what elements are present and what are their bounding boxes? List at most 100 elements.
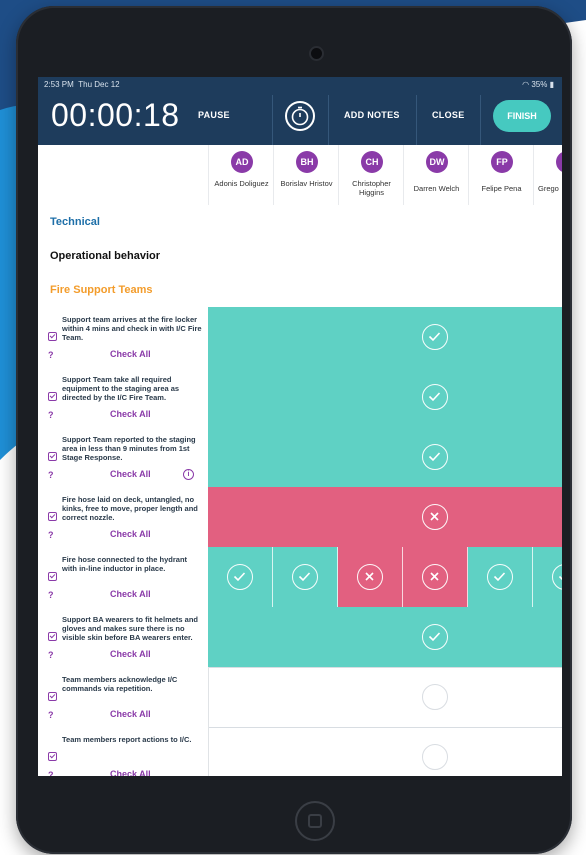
- checklist-row: Fire hose connected to the hydrant with …: [38, 547, 562, 608]
- info-icon[interactable]: i: [183, 469, 194, 480]
- divider: [416, 95, 417, 145]
- criterion-cell: Fire hose connected to the hydrant with …: [38, 547, 209, 607]
- section-operational[interactable]: Operational behavior: [38, 239, 562, 274]
- participant-name: Adonis Doliguez: [214, 179, 269, 188]
- status-time-date: 2:53 PM Thu Dec 12: [44, 80, 120, 89]
- avatar: AD: [231, 151, 253, 173]
- criterion-text: Support team arrives at the fire locker …: [62, 315, 202, 342]
- check-all-button[interactable]: Check All: [110, 769, 151, 776]
- check-circle-icon[interactable]: [422, 624, 448, 650]
- criterion-cell: Fire hose laid on deck, untangled, no ki…: [38, 487, 209, 547]
- help-button[interactable]: ?: [48, 650, 54, 660]
- help-button[interactable]: ?: [48, 410, 54, 420]
- checklist-row: Support Team reported to the staging are…: [38, 427, 562, 488]
- result-area[interactable]: [208, 307, 562, 367]
- section-technical[interactable]: Technical: [38, 205, 562, 240]
- criterion-text: Support Team take all required equipment…: [62, 375, 180, 402]
- section-title: Technical: [50, 216, 100, 228]
- participant[interactable]: AD Adonis Doliguez: [208, 145, 274, 207]
- result-cell-pass[interactable]: [468, 547, 533, 607]
- pause-button[interactable]: PAUSE: [198, 110, 230, 120]
- finish-button[interactable]: FINISH: [493, 100, 551, 132]
- check-all-button[interactable]: Check All: [110, 709, 151, 719]
- checkbox-icon[interactable]: [48, 392, 57, 401]
- cross-circle-icon[interactable]: [422, 504, 448, 530]
- participant-name: Felipe Pena: [481, 184, 522, 193]
- result-area[interactable]: [208, 427, 562, 487]
- divider: [328, 95, 329, 145]
- cross-circle-icon: [422, 564, 448, 590]
- checkbox-icon[interactable]: [48, 452, 57, 461]
- check-all-button[interactable]: Check All: [110, 409, 151, 419]
- criterion-cell: Support Team reported to the staging are…: [38, 427, 209, 487]
- checkbox-icon[interactable]: [48, 752, 57, 761]
- divider: [480, 95, 481, 145]
- add-notes-button[interactable]: ADD NOTES: [344, 110, 400, 120]
- result-area[interactable]: [208, 607, 562, 667]
- check-circle-icon: [292, 564, 318, 590]
- result-cell-pass[interactable]: [208, 547, 273, 607]
- help-button[interactable]: ?: [48, 770, 54, 776]
- participant[interactable]: CH Christopher Higgins: [338, 145, 404, 207]
- empty-circle-icon[interactable]: [422, 684, 448, 710]
- help-button[interactable]: ?: [48, 710, 54, 720]
- checkbox-icon[interactable]: [48, 572, 57, 581]
- participant[interactable]: G Grego: [533, 145, 562, 207]
- checklist-row: Team members acknowledge I/C commands vi…: [38, 667, 562, 728]
- status-date: Thu Dec 12: [78, 80, 120, 89]
- checklist-row: Support BA wearers to fit helmets and gl…: [38, 607, 562, 668]
- checklist-row: Support Team take all required equipment…: [38, 367, 562, 428]
- section-fire-support[interactable]: Fire Support Teams: [38, 273, 562, 308]
- result-cell-fail[interactable]: [403, 547, 468, 607]
- checkbox-icon[interactable]: [48, 692, 57, 701]
- result-area[interactable]: [208, 667, 562, 727]
- check-all-button[interactable]: Check All: [110, 649, 151, 659]
- app-screen: 2:53 PM Thu Dec 12 ◠ 35% ▮ 00:00:18 PAUS…: [38, 77, 562, 776]
- wifi-icon: ◠: [522, 80, 530, 89]
- help-button[interactable]: ?: [48, 470, 54, 480]
- help-button[interactable]: ?: [48, 350, 54, 360]
- check-circle-icon[interactable]: [422, 324, 448, 350]
- check-all-button[interactable]: Check All: [110, 589, 151, 599]
- participant[interactable]: FP Felipe Pena: [468, 145, 534, 207]
- result-cell-pass[interactable]: [533, 547, 562, 607]
- result-area[interactable]: [208, 727, 562, 776]
- criterion-text: Team members report actions to I/C.: [62, 735, 192, 744]
- criterion-text: Support Team reported to the staging are…: [62, 435, 196, 462]
- close-button[interactable]: CLOSE: [432, 110, 465, 120]
- check-circle-icon[interactable]: [422, 384, 448, 410]
- empty-circle-icon[interactable]: [422, 744, 448, 770]
- check-all-button[interactable]: Check All: [110, 469, 151, 479]
- section-title: Fire Support Teams: [50, 284, 153, 296]
- participant[interactable]: BH Borislav Hristov: [273, 145, 339, 207]
- help-button[interactable]: ?: [48, 590, 54, 600]
- camera-icon: [311, 48, 322, 59]
- result-area[interactable]: [208, 547, 562, 607]
- result-area[interactable]: [208, 487, 562, 547]
- result-cell-pass[interactable]: [273, 547, 338, 607]
- check-circle-icon: [487, 564, 513, 590]
- checkbox-icon[interactable]: [48, 332, 57, 341]
- participant[interactable]: DW Darren Welch: [403, 145, 469, 207]
- section-title: Operational behavior: [50, 250, 161, 262]
- criterion-cell: Team members acknowledge I/C commands vi…: [38, 667, 209, 727]
- home-button[interactable]: [295, 801, 335, 841]
- check-circle-icon[interactable]: [422, 444, 448, 470]
- participant-name: Christopher Higgins: [352, 179, 391, 197]
- result-area[interactable]: [208, 367, 562, 427]
- check-all-button[interactable]: Check All: [110, 349, 151, 359]
- criterion-cell: Support BA wearers to fit helmets and gl…: [38, 607, 209, 667]
- stopwatch-icon[interactable]: [285, 101, 315, 131]
- participant-name: Darren Welch: [413, 184, 460, 193]
- result-cell-fail[interactable]: [338, 547, 403, 607]
- participants-header: AD Adonis Doliguez BH Borislav Hristov C…: [38, 145, 562, 208]
- checkbox-icon[interactable]: [48, 512, 57, 521]
- session-timer: 00:00:18: [51, 97, 180, 133]
- check-all-button[interactable]: Check All: [110, 529, 151, 539]
- checkbox-icon[interactable]: [48, 632, 57, 641]
- participant-name: Grego: [538, 184, 559, 193]
- criterion-cell: Team members report actions to I/C.? Chec…: [38, 727, 209, 776]
- checklist-row: Support team arrives at the fire locker …: [38, 307, 562, 368]
- help-button[interactable]: ?: [48, 530, 54, 540]
- status-battery: ◠ 35% ▮: [522, 80, 554, 89]
